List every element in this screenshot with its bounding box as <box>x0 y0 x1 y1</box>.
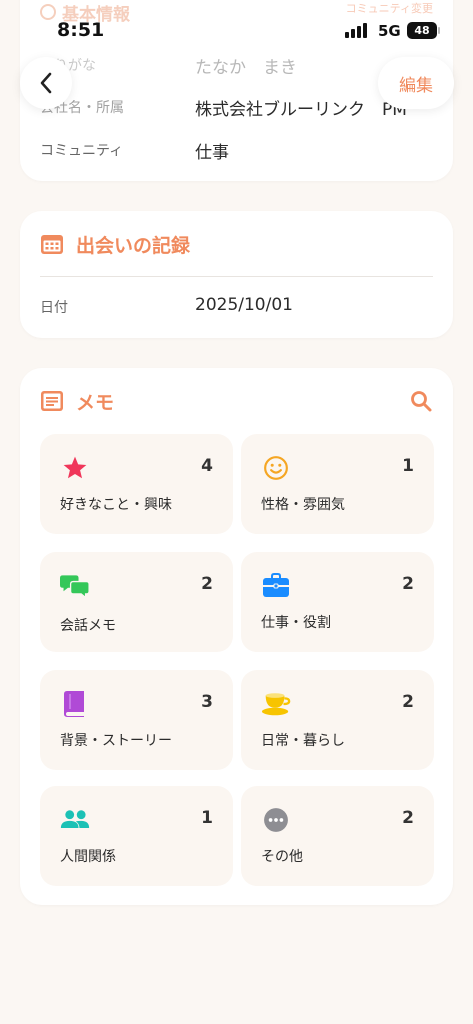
memo-category-label: その他 <box>261 849 303 865</box>
info-label: コミュニティ <box>40 143 124 159</box>
memo-category-tile[interactable]: 2 日常・暮らし <box>241 670 434 770</box>
signal-icon <box>345 23 369 38</box>
chat-bubbles-icon <box>60 572 90 600</box>
encounter-header: 出会いの記録 <box>40 231 190 257</box>
memo-category-label: 日常・暮らし <box>261 733 345 749</box>
memo-category-tile[interactable]: 2 仕事・役割 <box>241 552 434 652</box>
memo-category-label: 仕事・役割 <box>261 615 331 631</box>
memo-category-label: 背景・ストーリー <box>60 733 172 749</box>
memo-count: 2 <box>201 574 213 594</box>
chevron-left-icon <box>40 72 52 94</box>
memo-title: メモ <box>76 391 115 414</box>
star-icon <box>60 454 90 482</box>
memo-count: 2 <box>402 574 414 594</box>
status-time: 8:51 <box>57 19 105 41</box>
memo-category-tile[interactable]: 2 会話メモ <box>40 552 233 652</box>
memo-count: 2 <box>402 808 414 828</box>
info-row-community: コミュニティ 仕事 <box>40 140 433 170</box>
battery-icon: 48 <box>407 22 440 39</box>
memo-header: メモ <box>40 388 114 414</box>
back-button[interactable] <box>20 57 72 109</box>
date-value: 2025/10/01 <box>195 295 293 315</box>
coffee-cup-icon <box>261 690 291 718</box>
memo-count: 1 <box>402 456 414 476</box>
search-icon[interactable] <box>409 389 433 413</box>
date-label: 日付 <box>40 300 68 316</box>
memo-category-label: 好きなこと・興味 <box>60 497 172 513</box>
memo-category-label: 人間関係 <box>60 849 116 865</box>
briefcase-icon <box>261 572 291 600</box>
network-type: 5G <box>378 22 401 40</box>
memo-category-tile[interactable]: 1 性格・雰囲気 <box>241 434 434 534</box>
encounter-title: 出会いの記録 <box>76 234 191 257</box>
memo-category-tile[interactable]: 3 背景・ストーリー <box>40 670 233 770</box>
info-value: 株式会社ブルーリンク PM <box>195 100 407 120</box>
smile-icon <box>261 454 291 482</box>
edit-button[interactable]: 編集 <box>378 57 454 109</box>
memo-category-tile[interactable]: 4 好きなこと・興味 <box>40 434 233 534</box>
info-row-company: 会社名・所属 株式会社ブルーリンク PM <box>40 97 433 127</box>
memo-category-tile[interactable]: 1 人間関係 <box>40 786 233 886</box>
book-icon <box>60 690 90 718</box>
encounter-card: 出会いの記録 日付 2025/10/01 <box>20 211 453 338</box>
memo-count: 1 <box>201 808 213 828</box>
memo-count: 3 <box>201 692 213 712</box>
divider <box>40 276 433 277</box>
memo-category-label: 性格・雰囲気 <box>261 497 345 513</box>
memo-card: メモ 4 好きなこと・興味 1 性格・雰囲気 2 会話メモ 2 仕事・役割 3 … <box>20 368 453 905</box>
calendar-icon <box>41 235 63 254</box>
memo-count: 4 <box>201 456 213 476</box>
more-icon <box>261 806 291 834</box>
memo-icon <box>41 391 63 411</box>
people-icon <box>60 806 90 834</box>
status-bar: 8:51 5G 48 <box>0 0 473 60</box>
memo-category-tile[interactable]: 2 その他 <box>241 786 434 886</box>
memo-category-label: 会話メモ <box>60 618 116 634</box>
info-value: 仕事 <box>195 143 229 163</box>
memo-count: 2 <box>402 692 414 712</box>
